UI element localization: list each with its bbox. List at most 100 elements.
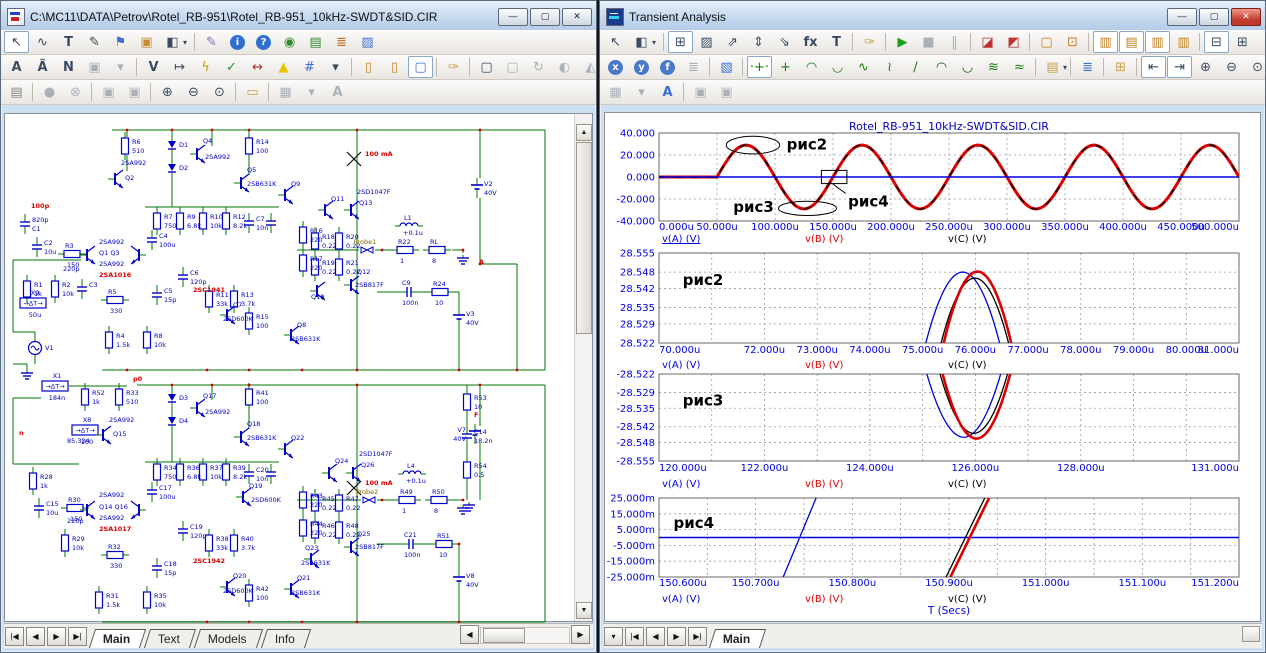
tab-main[interactable]: Main (89, 629, 147, 648)
prev-page-button[interactable]: ◀ (26, 627, 45, 646)
split-horizontal-icon[interactable]: ⊟ (1204, 31, 1229, 53)
info-button-icon[interactable]: i (225, 31, 250, 53)
grid-display-icon[interactable]: ▦ (603, 81, 628, 103)
send-back-icon[interactable]: ▣ (122, 81, 147, 103)
zoom-out-icon[interactable]: ⊖ (1219, 56, 1244, 78)
cascade-2-icon[interactable]: ▣ (714, 81, 739, 103)
analysis-limits-icon[interactable]: ◪ (975, 31, 1000, 53)
tab-info[interactable]: Info (261, 629, 311, 648)
schematic-hscrollbar[interactable] (480, 627, 570, 644)
formula-mode-icon[interactable]: fx (798, 31, 823, 53)
model-check-icon[interactable]: ▤ (303, 31, 328, 53)
transient-plots[interactable]: 40.00020.0000.000-20.000-40.0000.000u50.… (605, 113, 1245, 623)
zoom-in-icon[interactable]: ⊕ (1193, 56, 1218, 78)
select-region-icon[interactable]: ▢ (408, 56, 433, 78)
graphics-mode-icon[interactable]: ✎ (82, 31, 107, 53)
select-tool-icon[interactable]: ↖ (603, 31, 628, 53)
rotate-icon[interactable]: ↻ (526, 56, 551, 78)
wire-mode-icon[interactable]: ∿ (30, 31, 55, 53)
schematic-canvas[interactable]: 100p820pC1C210uR3150220pR11kR210kC3→ΔT→X… (4, 113, 593, 622)
first-page-button[interactable]: |◀ (625, 627, 644, 646)
grid-dropdown-icon[interactable]: ▾ (323, 56, 348, 78)
page-copy-icon[interactable]: ▭ (240, 81, 265, 103)
tag-horizontal-icon[interactable]: ⇤ (1141, 56, 1166, 78)
hscroll-thumb[interactable] (483, 628, 525, 643)
clipboard-icon[interactable]: ▤ (1040, 56, 1065, 78)
restore-button[interactable]: ▢ (530, 8, 560, 26)
box-dim-icon[interactable]: ▢ (500, 56, 525, 78)
data-points-box-icon[interactable]: ⊡ (1060, 31, 1085, 53)
close-circle-icon[interactable]: ⊗ (63, 81, 88, 103)
show-voltages-icon[interactable]: V (141, 56, 166, 78)
zoom-out-icon[interactable]: ⊖ (181, 81, 206, 103)
left-titlebar[interactable]: C:\MC11\DATA\Petrov\Rotel_RB-951\Rotel_R… (1, 1, 596, 30)
show-conditions-icon[interactable]: ✓ (219, 56, 244, 78)
valley-icon[interactable]: ◡ (825, 56, 850, 78)
copy-dropdown-icon[interactable]: ▾ (108, 56, 133, 78)
last-page-button[interactable]: ▶| (68, 627, 87, 646)
minimize-button[interactable]: — (1167, 8, 1197, 26)
back-button-icon[interactable]: ● (37, 81, 62, 103)
scroll-up-button[interactable]: ▲ (576, 124, 592, 141)
new-page-icon[interactable]: ▯ (356, 56, 381, 78)
annotation-tool-icon[interactable]: ✎ (199, 31, 224, 53)
high-icon[interactable]: ∿ (851, 56, 876, 78)
properties-icon[interactable]: ✑ (857, 31, 882, 53)
grid-toggle-icon[interactable]: # (297, 56, 322, 78)
first-page-button[interactable]: |◀ (5, 627, 24, 646)
text-mode-icon[interactable]: T (824, 31, 849, 53)
zoom-100-icon[interactable]: ⊙ (1245, 56, 1266, 78)
clipboard-dropdown-icon[interactable]: ▾ (1063, 63, 1067, 72)
right-titlebar[interactable]: Transient Analysis — ▢ ✕ (600, 1, 1265, 30)
tag-vertical-icon[interactable]: ⇥ (1167, 56, 1192, 78)
pause-button-icon[interactable]: ‖ (942, 31, 967, 53)
cursor-box-icon[interactable]: ▢ (1034, 31, 1059, 53)
pan-vertical-icon[interactable]: ⇕ (746, 31, 771, 53)
global-low-icon[interactable]: ◡ (955, 56, 980, 78)
copy-block-icon[interactable]: ▣ (82, 56, 107, 78)
page-small-icon[interactable]: ▯ (382, 56, 407, 78)
numeric-output-icon[interactable]: ⊞ (1108, 56, 1133, 78)
page-list-dropdown[interactable]: ▾ (604, 627, 623, 646)
browse-web-icon[interactable]: ◉ (277, 31, 302, 53)
last-page-button[interactable]: ▶| (688, 627, 707, 646)
schematic-vscrollbar[interactable]: ▲ ▼ (574, 114, 592, 621)
wave-select-icon[interactable]: ▨ (694, 31, 719, 53)
tab-main[interactable]: Main (709, 629, 767, 648)
pan-se-icon[interactable]: ⇘ (772, 31, 797, 53)
analysis-plots-icon[interactable]: ◩ (1001, 31, 1026, 53)
attr-wave-icon[interactable]: Ã (30, 56, 55, 78)
go-to-icon[interactable]: ≣ (681, 56, 706, 78)
list-doc-icon[interactable]: ≣ (329, 31, 354, 53)
attr-node-names-icon[interactable]: N (56, 56, 81, 78)
next-page-button[interactable]: ▶ (47, 627, 66, 646)
tab-text[interactable]: Text (144, 629, 196, 648)
envelope-top-icon[interactable]: ≋ (981, 56, 1006, 78)
info-page-icon[interactable]: ▤ (4, 81, 29, 103)
low-icon[interactable]: ≀ (877, 56, 902, 78)
help-button-icon[interactable]: ? (251, 31, 276, 53)
box-select-icon[interactable]: ▢ (474, 56, 499, 78)
show-currents-icon[interactable]: ↦ (167, 56, 192, 78)
next-data-point-icon[interactable]: ·+· (747, 56, 772, 78)
schematic-drawing[interactable]: 100p820pC1C210uR3150220pR11kR210kC3→ΔT→X… (5, 114, 575, 626)
bring-front-icon[interactable]: ▣ (96, 81, 121, 103)
pin-connections-icon[interactable]: ↔ (245, 56, 270, 78)
run-button-icon[interactable]: ▶ (890, 31, 915, 53)
text-mode-icon[interactable]: T (56, 31, 81, 53)
edit-doc-icon[interactable]: ▨ (355, 31, 380, 53)
minimize-button[interactable]: — (498, 8, 528, 26)
show-power-icon[interactable]: ϟ (193, 56, 218, 78)
close-button[interactable]: ✕ (1231, 8, 1261, 26)
layout-stripes-2-icon[interactable]: ▤ (1119, 31, 1144, 53)
peak-icon[interactable]: ◠ (799, 56, 824, 78)
next-page-button[interactable]: ▶ (667, 627, 686, 646)
right-hscroll-thumb[interactable] (1242, 626, 1260, 642)
layout-stripes-1-icon[interactable]: ▥ (1093, 31, 1118, 53)
plot-area[interactable]: 40.00020.0000.000-20.000-40.0000.000u50.… (604, 112, 1261, 622)
scroll-down-button[interactable]: ▼ (576, 602, 592, 619)
hscroll-left-button[interactable]: ◀ (460, 625, 479, 644)
picture-file-icon[interactable]: ▣ (134, 31, 159, 53)
shape-group-icon[interactable]: ◧ (160, 31, 185, 53)
split-quad-icon[interactable]: ⊞ (1230, 31, 1255, 53)
